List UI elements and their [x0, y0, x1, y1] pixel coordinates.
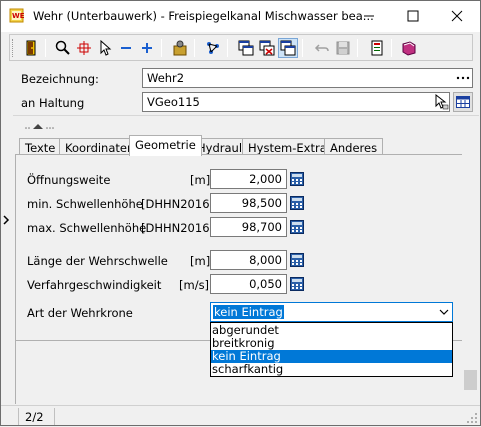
- wehrkrone-select[interactable]: kein Eintrag: [210, 302, 453, 322]
- window-close-icon[interactable]: [257, 38, 277, 58]
- undo-icon[interactable]: [312, 38, 332, 58]
- calculator-icon[interactable]: [288, 217, 306, 237]
- bezeichnung-input[interactable]: Wehr2: [142, 68, 473, 88]
- toolbar: [9, 34, 473, 61]
- tab-geometrie[interactable]: Geometrie: [129, 135, 202, 156]
- verfahrgeschw-unit: [m/s]: [179, 278, 210, 292]
- calculator-icon[interactable]: [288, 274, 306, 294]
- toolbar-grip[interactable]: [12, 39, 15, 57]
- windows-icon[interactable]: [236, 38, 256, 58]
- report-icon[interactable]: [367, 38, 387, 58]
- minus-icon[interactable]: [116, 38, 136, 58]
- expand-arrow-icon[interactable]: [2, 213, 10, 227]
- laenge-input[interactable]: 8,000: [210, 250, 287, 270]
- verfahrgeschw-input[interactable]: 0,050: [210, 274, 287, 294]
- main-window: WE Wehr (Unterbauwerk) - Freispiegelkana…: [0, 0, 481, 426]
- minimize-button[interactable]: [347, 1, 391, 31]
- calculator-icon[interactable]: [288, 169, 306, 189]
- window-title: Wehr (Unterbauwerk) - Freispiegelkanal M…: [33, 9, 374, 23]
- record-counter: 2/2: [25, 410, 44, 424]
- vertical-scrollbar[interactable]: [462, 154, 479, 404]
- wehrkrone-label: Art der Wehrkrone: [27, 306, 133, 320]
- wehrkrone-dropdown-list: abgerundet breitkronig kein Eintrag scha…: [210, 322, 453, 377]
- haltung-label: an Haltung: [21, 96, 85, 110]
- splitter-handle[interactable]: [25, 120, 65, 132]
- max-schwelle-unit: [DHHN2016]: [141, 221, 214, 235]
- maximize-button[interactable]: [391, 1, 435, 31]
- cursor-pick-icon[interactable]: [433, 93, 449, 110]
- laenge-unit: [m]: [190, 254, 211, 268]
- app-icon: WE: [9, 7, 27, 25]
- bezeichnung-label: Bezeichnung:: [21, 72, 99, 86]
- settings-icon[interactable]: [170, 38, 190, 58]
- calculator-icon[interactable]: [288, 250, 306, 270]
- laenge-label: Länge der Wehrschwelle: [27, 254, 168, 268]
- wehrkrone-selected-value: kein Eintrag: [213, 305, 284, 319]
- bezeichnung-value: Wehr2: [147, 71, 185, 85]
- close-button[interactable]: [435, 1, 479, 31]
- ellipsis-button[interactable]: [454, 68, 472, 88]
- svg-text:WE: WE: [12, 12, 25, 20]
- network-icon[interactable]: [203, 38, 223, 58]
- pointer-icon[interactable]: [95, 38, 115, 58]
- max-schwelle-input[interactable]: 98,700: [210, 217, 287, 237]
- status-bar: 2/2: [1, 405, 480, 426]
- scrollbar-thumb[interactable]: [464, 370, 477, 390]
- haltung-input[interactable]: VGeo115: [142, 92, 450, 112]
- exit-icon[interactable]: [21, 38, 41, 58]
- save-icon[interactable]: [333, 38, 353, 58]
- haltung-value: VGeo115: [147, 95, 200, 109]
- dropdown-option[interactable]: scharfkantig: [211, 363, 452, 376]
- oeffnungsweite-unit: [m]: [190, 173, 211, 187]
- oeffnungsweite-input[interactable]: 2,000: [210, 169, 287, 189]
- verfahrgeschw-label: Verfahrgeschwindigkeit: [27, 278, 162, 292]
- title-bar: WE Wehr (Unterbauwerk) - Freispiegelkana…: [1, 1, 480, 32]
- book-icon[interactable]: [399, 38, 419, 58]
- min-schwelle-unit: [DHHN2016]: [141, 197, 214, 211]
- chevron-down-icon[interactable]: [434, 303, 452, 321]
- max-schwelle-label: max. Schwellenhöhe: [27, 221, 147, 235]
- plus-icon[interactable]: [137, 38, 157, 58]
- crosshair-icon[interactable]: [74, 38, 94, 58]
- window-restore-icon[interactable]: [278, 38, 298, 58]
- min-schwelle-label: min. Schwellenhöhe: [27, 197, 143, 211]
- resize-grip-icon[interactable]: [466, 412, 478, 424]
- oeffnungsweite-label: Öffnungsweite: [27, 173, 111, 187]
- calculator-icon[interactable]: [288, 193, 306, 213]
- table-select-button[interactable]: [453, 92, 473, 112]
- min-schwelle-input[interactable]: 98,500: [210, 193, 287, 213]
- search-icon[interactable]: [53, 38, 73, 58]
